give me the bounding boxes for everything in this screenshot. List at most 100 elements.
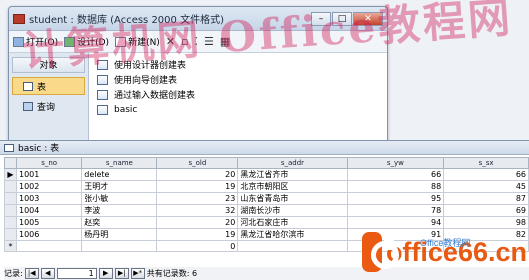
cell-s-no[interactable]: 1006 xyxy=(15,228,83,241)
cell-s-no[interactable] xyxy=(15,240,83,252)
cell-s-old[interactable]: 0 xyxy=(156,240,239,252)
cell-s-addr[interactable]: 黑龙江省哈尔滨市 xyxy=(237,228,348,241)
cell-s-yw[interactable]: 78 xyxy=(346,204,445,217)
large-icons-icon[interactable]: ▫ xyxy=(181,35,188,48)
cell-s-old[interactable]: 32 xyxy=(156,204,239,217)
cell-s-yw[interactable]: 94 xyxy=(346,216,445,229)
cell-s-sx[interactable]: 98 xyxy=(443,216,529,229)
cell-s-sx[interactable]: 45 xyxy=(443,180,529,193)
design-button[interactable]: 设计(D) xyxy=(64,35,109,48)
object-tables[interactable]: 表 xyxy=(12,77,85,95)
row-selector[interactable] xyxy=(4,192,17,205)
cell-s-yw[interactable]: 88 xyxy=(346,180,445,193)
cell-s-yw[interactable]: 66 xyxy=(346,168,445,181)
cell-s-old[interactable]: 23 xyxy=(156,192,239,205)
cell-s-sx[interactable]: 87 xyxy=(443,192,529,205)
list-item-basic[interactable]: basic xyxy=(97,102,379,117)
table-row[interactable]: 1002 王明才 19 北京市朝阳区 88 45 xyxy=(4,180,529,193)
details-view-icon[interactable]: ▦ xyxy=(220,35,230,48)
list-item-label: 使用设计器创建表 xyxy=(114,61,187,71)
cell-s-yw[interactable]: 95 xyxy=(346,192,445,205)
cell-s-old[interactable]: 20 xyxy=(156,168,239,181)
column-header[interactable]: s_no xyxy=(15,157,83,169)
cell-s-addr[interactable]: 黑龙江省齐市 xyxy=(237,168,348,181)
list-item-label: 使用向导创建表 xyxy=(114,76,178,86)
cell-s-sx[interactable]: 66 xyxy=(443,168,529,181)
column-header[interactable]: s_sx xyxy=(443,157,529,169)
object-queries-label: 查询 xyxy=(37,102,56,113)
column-header[interactable]: s_yw xyxy=(346,157,445,169)
cell-s-no[interactable]: 1004 xyxy=(15,204,83,217)
open-icon xyxy=(13,36,24,47)
select-all-corner[interactable] xyxy=(4,157,17,169)
open-button[interactable]: 打开(O) xyxy=(13,35,58,48)
cell-s-name[interactable] xyxy=(81,240,158,252)
logo-subtitle: Office教程网 xyxy=(420,238,471,248)
cell-s-addr[interactable]: 山东省青岛市 xyxy=(237,192,348,205)
delete-icon[interactable]: ✕ xyxy=(166,35,175,48)
cell-s-no[interactable]: 1003 xyxy=(15,192,83,205)
object-queries[interactable]: 查询 xyxy=(9,97,88,115)
current-record-input[interactable]: 1 xyxy=(56,268,97,279)
cell-s-addr[interactable]: 湖南长沙市 xyxy=(237,204,348,217)
objects-bar: 对象 表 查询 xyxy=(9,53,89,145)
cell-s-sx[interactable]: 69 xyxy=(443,204,529,217)
list-view-icon[interactable]: ☰ xyxy=(204,35,214,48)
access-icon xyxy=(13,13,25,24)
list-item-label: 通过输入数据创建表 xyxy=(114,91,196,101)
cell-s-old[interactable]: 19 xyxy=(156,180,239,193)
record-count: 共有记录数: 6 xyxy=(146,269,198,278)
maximize-button[interactable]: □ xyxy=(332,11,352,26)
list-item-label: basic xyxy=(114,104,138,115)
next-record-button[interactable]: ▶ xyxy=(98,268,113,279)
window-title: student : 数据库 (Access 2000 文件格式) xyxy=(29,15,224,26)
cell-s-no[interactable]: 1005 xyxy=(15,216,83,229)
row-selector[interactable] xyxy=(4,216,17,229)
objects-header[interactable]: 对象 xyxy=(12,57,85,73)
cell-s-old[interactable]: 19 xyxy=(156,228,239,241)
list-item-design-table[interactable]: 使用设计器创建表 xyxy=(97,57,379,72)
table-icon xyxy=(4,143,14,152)
cell-s-addr[interactable]: 北京市朝阳区 xyxy=(237,180,348,193)
first-record-button[interactable]: |◀ xyxy=(24,268,39,279)
cell-s-name[interactable]: delete xyxy=(81,168,158,181)
cell-s-name[interactable]: 王明才 xyxy=(81,180,158,193)
cell-s-addr[interactable]: 河北石家庄市 xyxy=(237,216,348,229)
wizard-table-icon xyxy=(97,74,108,85)
cell-s-name[interactable]: 李波 xyxy=(81,204,158,217)
new-record-button[interactable]: ▶* xyxy=(130,268,145,279)
cell-s-name[interactable]: 杨丹明 xyxy=(81,228,158,241)
new-label: 新建(N) xyxy=(128,38,160,48)
design-icon xyxy=(64,36,76,47)
column-header[interactable]: s_old xyxy=(156,157,239,169)
minimize-button[interactable]: – xyxy=(311,11,331,26)
small-icons-icon[interactable]: ⁚ xyxy=(195,35,199,48)
cell-s-name[interactable]: 张小敏 xyxy=(81,192,158,205)
list-item-datasheet-table[interactable]: 通过输入数据创建表 xyxy=(97,87,379,102)
cell-s-old[interactable]: 20 xyxy=(156,216,239,229)
new-button[interactable]: 新建(N) xyxy=(115,35,160,48)
design-label: 设计(D) xyxy=(77,38,110,48)
table-row[interactable]: 1005 赵奕 20 河北石家庄市 94 98 xyxy=(4,216,529,229)
column-header[interactable]: s_addr xyxy=(237,157,348,169)
row-selector[interactable] xyxy=(4,180,17,193)
cell-s-no[interactable]: 1001 xyxy=(15,168,83,181)
last-record-button[interactable]: ▶| xyxy=(114,268,129,279)
header-row: s_no s_name s_old s_addr s_yw s_sx xyxy=(4,157,529,169)
table-row[interactable]: 1003 张小敏 23 山东省青岛市 95 87 xyxy=(4,192,529,205)
cell-s-addr[interactable] xyxy=(237,240,348,252)
row-selector[interactable] xyxy=(4,228,17,241)
object-list: 使用设计器创建表 使用向导创建表 通过输入数据创建表 basic xyxy=(89,53,387,145)
cell-s-name[interactable]: 赵奕 xyxy=(81,216,158,229)
cell-s-no[interactable]: 1002 xyxy=(15,180,83,193)
previous-record-button[interactable]: ◀ xyxy=(40,268,55,279)
row-selector[interactable]: ▶ xyxy=(4,168,17,181)
list-item-wizard-table[interactable]: 使用向导创建表 xyxy=(97,72,379,87)
design-table-icon xyxy=(97,59,108,70)
row-selector[interactable] xyxy=(4,204,17,217)
table-row[interactable]: 1004 李波 32 湖南长沙市 78 69 xyxy=(4,204,529,217)
table-row[interactable]: ▶ 1001 delete 20 黑龙江省齐市 66 66 xyxy=(4,168,529,181)
table-icon xyxy=(23,81,33,91)
column-header[interactable]: s_name xyxy=(81,157,158,169)
close-button[interactable]: ✕ xyxy=(353,11,383,26)
